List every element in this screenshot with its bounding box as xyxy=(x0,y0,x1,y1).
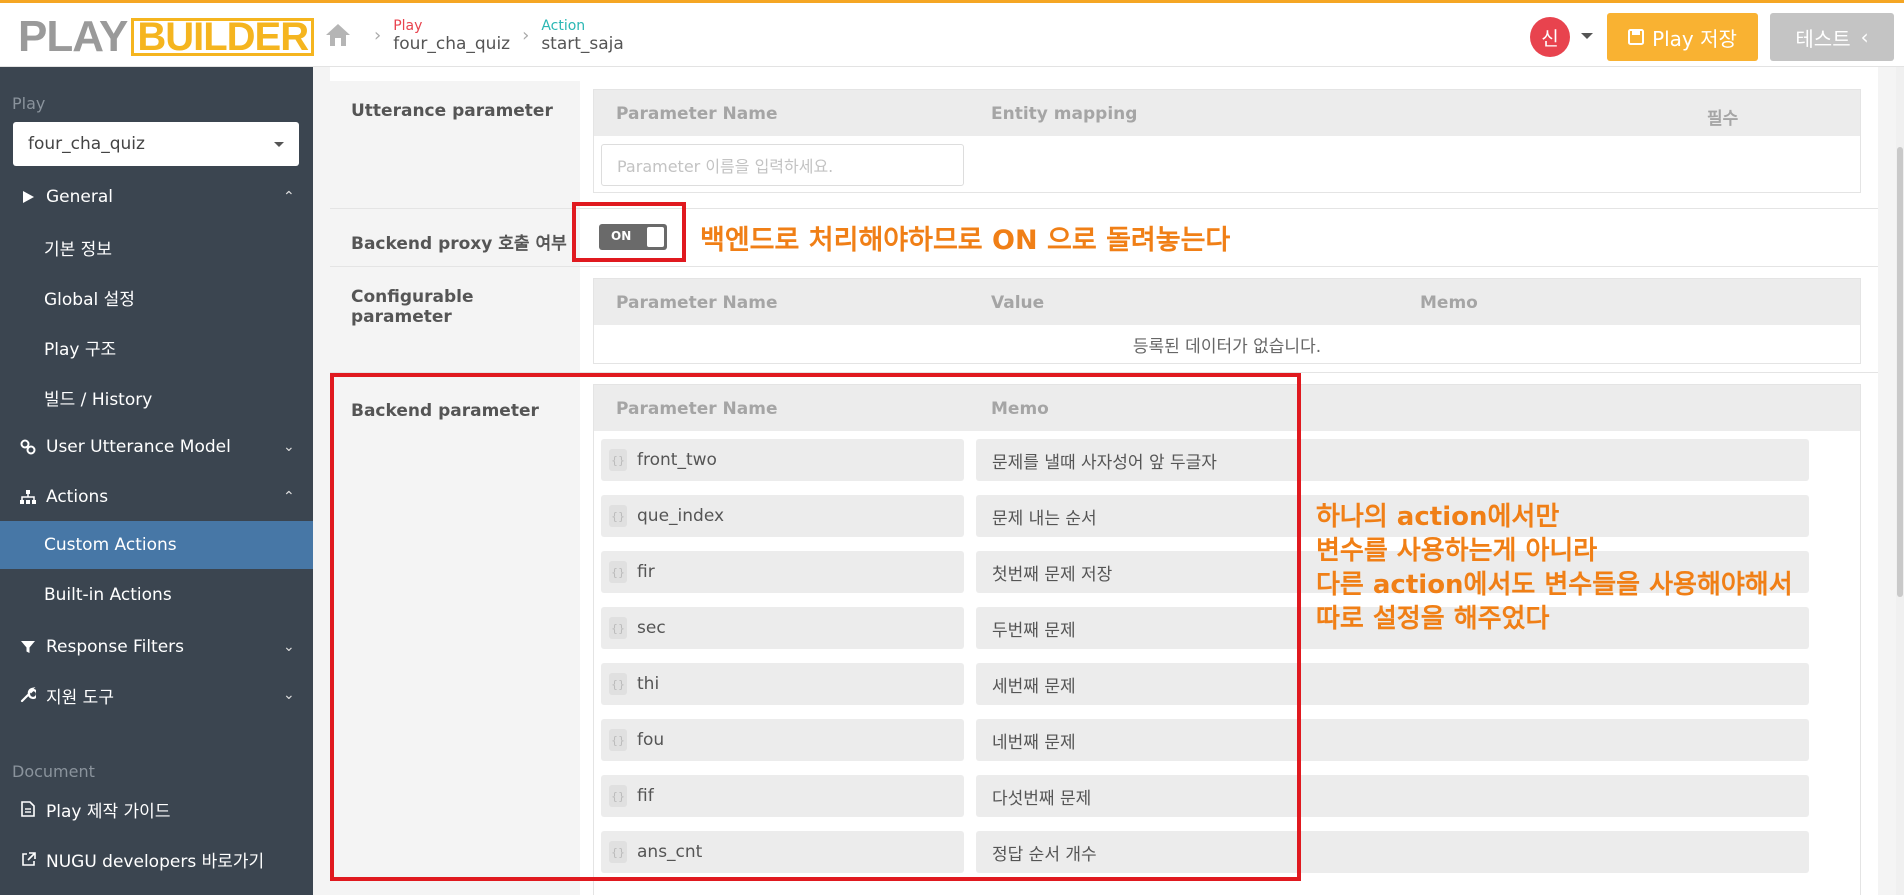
table-header: Parameter Name Value Memo xyxy=(594,279,1860,325)
configurable-parameter-label: Configurable parameter xyxy=(330,267,580,372)
sidebar-item-label: 지원 도구 xyxy=(46,687,114,708)
scrollbar[interactable] xyxy=(1896,67,1904,895)
sidebar: Play four_cha_quiz General ⌃ 기본 정보 Globa… xyxy=(0,67,313,895)
sidebar-item-play-structure[interactable]: Play 구조 xyxy=(0,323,313,371)
annotation-note-toggle: 백엔드로 처리해야하므로 ON 으로 돌려놓는다 xyxy=(700,225,1231,256)
utterance-parameter-row: Utterance parameter Parameter Name Entit… xyxy=(330,81,1878,209)
column-header: 필수 xyxy=(1707,109,1739,129)
top-bar: PLAY BUILDER › Play four_cha_quiz › Acti… xyxy=(0,0,1904,67)
sitemap-icon xyxy=(18,490,38,504)
logo-play: PLAY xyxy=(18,12,128,61)
annotation-line: 변수를 사용하는게 아니라 xyxy=(1316,536,1598,566)
chevron-down-icon: ⌄ xyxy=(283,639,295,655)
sidebar-item-user-utterance-model[interactable]: User Utterance Model ⌄ xyxy=(0,423,313,471)
sidebar-item-play-guide[interactable]: Play 제작 가이드 xyxy=(0,785,313,833)
breadcrumb: › Play four_cha_quiz › Action start_saja xyxy=(324,17,624,53)
sidebar-item-actions[interactable]: Actions ⌃ xyxy=(0,473,313,521)
chevron-right-icon: › xyxy=(374,24,382,46)
home-icon[interactable] xyxy=(324,22,352,48)
sidebar-item-custom-actions[interactable]: Custom Actions xyxy=(0,521,313,569)
breadcrumb-play-value: four_cha_quiz xyxy=(393,34,511,54)
chevron-right-icon: › xyxy=(522,24,530,46)
test-button-label: 테스트 xyxy=(1795,26,1851,51)
breadcrumb-action[interactable]: Action start_saja xyxy=(541,17,624,53)
backend-proxy-label: Backend proxy 호출 여부 xyxy=(330,209,580,266)
filter-icon xyxy=(18,640,38,654)
breadcrumb-play-key: Play xyxy=(393,18,423,34)
column-header: Entity mapping xyxy=(991,104,1138,124)
test-button[interactable]: 테스트 ‹ xyxy=(1770,13,1894,61)
chevron-up-icon: ⌃ xyxy=(283,189,295,205)
chevron-down-icon: ⌄ xyxy=(283,687,295,703)
chevron-up-icon: ⌃ xyxy=(283,489,295,505)
annotation-box-toggle xyxy=(572,202,686,262)
sidebar-item-global-settings[interactable]: Global 설정 xyxy=(0,273,313,321)
play-select[interactable]: four_cha_quiz xyxy=(13,122,299,166)
chevron-left-icon: ‹ xyxy=(1860,25,1869,49)
sidebar-item-label: NUGU developers 바로가기 xyxy=(46,851,265,872)
document-icon xyxy=(18,801,38,817)
sidebar-item-support-tools[interactable]: 지원 도구 ⌄ xyxy=(0,671,313,719)
utterance-parameter-label: Utterance parameter xyxy=(330,81,580,208)
empty-message: 등록된 데이터가 없습니다. xyxy=(1132,336,1322,357)
sidebar-item-label: Actions xyxy=(46,487,109,507)
utterance-input-row: Parameter 이름을 입력하세요. xyxy=(594,136,1860,192)
scrollbar-thumb[interactable] xyxy=(1897,147,1903,597)
sidebar-item-nugu-developers[interactable]: NUGU developers 바로가기 xyxy=(0,835,313,883)
breadcrumb-action-value: start_saja xyxy=(541,34,624,54)
sidebar-item-label: General xyxy=(46,187,113,207)
annotation-line: 따로 설정을 해주었다 xyxy=(1316,604,1550,634)
table-header: Parameter Name Entity mapping 필수 xyxy=(594,90,1860,136)
logo[interactable]: PLAY BUILDER xyxy=(18,12,315,61)
save-button[interactable]: Play 저장 xyxy=(1607,13,1758,61)
logo-builder: BUILDER xyxy=(131,17,315,57)
chevron-down-icon xyxy=(274,141,284,147)
sidebar-item-builtin-actions[interactable]: Built-in Actions xyxy=(0,571,313,619)
sidebar-item-label: Response Filters xyxy=(46,637,185,657)
annotation-line: 하나의 action에서만 xyxy=(1316,502,1560,532)
sidebar-section-play: Play xyxy=(12,94,46,113)
sidebar-item-build-history[interactable]: 빌드 / History xyxy=(0,373,313,421)
sidebar-section-document: Document xyxy=(12,762,95,781)
column-header: Value xyxy=(991,293,1045,313)
column-header: Parameter Name xyxy=(616,293,778,313)
external-link-icon xyxy=(18,851,38,867)
play-select-value: four_cha_quiz xyxy=(28,134,145,154)
utterance-parameter-table: Parameter Name Entity mapping 필수 Paramet… xyxy=(593,89,1861,193)
column-header: Memo xyxy=(1420,293,1478,313)
floppy-icon xyxy=(1628,29,1645,45)
sidebar-item-basic-info[interactable]: 기본 정보 xyxy=(0,223,313,271)
sidebar-item-general[interactable]: General ⌃ xyxy=(0,173,313,221)
chevron-down-icon[interactable] xyxy=(1581,33,1593,39)
configurable-parameter-row: Configurable parameter Parameter Name Va… xyxy=(330,267,1878,373)
parameter-name-input[interactable]: Parameter 이름을 입력하세요. xyxy=(601,144,964,186)
sidebar-item-label: User Utterance Model xyxy=(46,437,231,457)
save-button-label: Play 저장 xyxy=(1652,26,1737,51)
breadcrumb-play[interactable]: Play four_cha_quiz xyxy=(393,17,510,53)
sidebar-item-response-filters[interactable]: Response Filters ⌄ xyxy=(0,623,313,671)
link-icon xyxy=(18,439,38,455)
avatar[interactable]: 신 xyxy=(1530,17,1570,57)
annotation-box-backend xyxy=(330,373,1301,881)
play-triangle-icon xyxy=(18,190,38,204)
configurable-parameter-table: Parameter Name Value Memo 등록된 데이터가 없습니다. xyxy=(593,278,1861,364)
wrench-icon xyxy=(18,687,38,703)
chevron-down-icon: ⌄ xyxy=(283,439,295,455)
breadcrumb-action-key: Action xyxy=(541,18,586,34)
sidebar-item-label: Play 제작 가이드 xyxy=(46,801,171,822)
annotation-note-backend: 하나의 action에서만 변수를 사용하는게 아니라 다른 action에서도… xyxy=(1316,500,1793,636)
annotation-line: 다른 action에서도 변수들을 사용해야해서 xyxy=(1316,570,1793,600)
column-header: Parameter Name xyxy=(616,104,778,124)
